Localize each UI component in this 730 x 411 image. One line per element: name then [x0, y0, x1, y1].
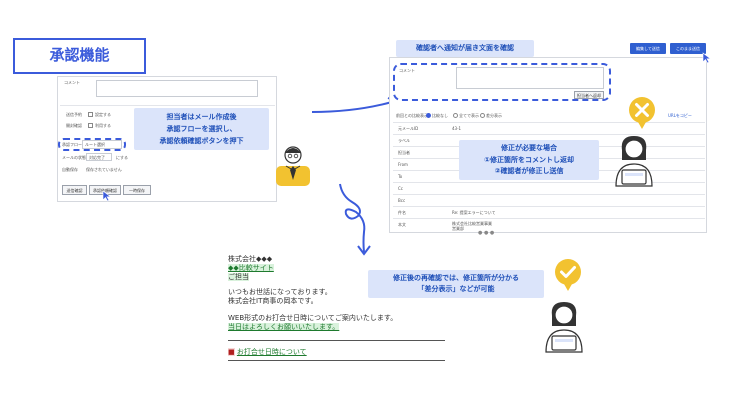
row-divider — [393, 122, 705, 123]
row-divider — [393, 194, 705, 195]
row-divider — [393, 218, 705, 219]
open-check-value: 利用する — [95, 123, 111, 128]
fix-callout-line: ①修正箇所をコメントし返却 — [484, 155, 574, 164]
diff-callout-line: 修正後の再確認では、修正箇所が分かる — [393, 274, 519, 282]
send-as-is-button[interactable]: このまま送信 — [670, 43, 706, 54]
review-comment-textarea[interactable] — [456, 67, 604, 89]
email-section-text: お打合せ日時について — [236, 348, 307, 356]
fix-callout: 修正が必要な場合 ①修正箇所をコメントし返却 ②確認者が修正し送信 — [459, 140, 599, 180]
staff-callout: 担当者はメール作成後 承認フローを選択し、 承認依頼確認ボタンを押下 — [134, 108, 269, 150]
email-divider — [228, 360, 445, 361]
row-divider — [393, 206, 705, 207]
reply-state-select[interactable]: 対応完了 — [86, 153, 112, 161]
row-divider — [60, 105, 275, 106]
cursor-icon — [702, 52, 712, 64]
notify-callout: 確認者へ通知が届き文面を確認 — [396, 40, 534, 57]
diff-view-option: 差分表示 — [486, 113, 502, 118]
open-check-label: 開封確認 — [66, 123, 82, 128]
copy-url-link[interactable]: URLをコピー — [668, 113, 692, 119]
ellipsis-icon: ● ● ● — [478, 230, 495, 236]
row-label: ラベル — [398, 138, 410, 143]
row-value: 43-1 — [452, 126, 462, 131]
flow-arrow-down — [339, 183, 371, 256]
email-company-text: 株式会社◆◆◆ — [228, 255, 273, 263]
row-label: To — [398, 174, 403, 179]
row-label: 担当者 — [398, 150, 410, 155]
email-line: ■ お打合せ日時について — [228, 347, 307, 357]
return-to-staff-button[interactable]: 担当者へ返却 — [574, 91, 604, 99]
diff-callout-line: 「差分表示」などが可能 — [417, 285, 495, 293]
comment-label: コメント — [64, 80, 80, 85]
row-label: Bcc — [398, 198, 406, 203]
staff-callout-line: 承認フローを選択し、 — [166, 125, 237, 133]
row-value: Re: 提案エラーについて — [452, 210, 496, 215]
comment-label: コメント — [399, 68, 415, 73]
email-line: 株式会社IT商事の岡本です。 — [228, 297, 318, 305]
reject-badge-icon — [629, 97, 655, 129]
compare-none-option: 比較なし — [432, 113, 448, 118]
staff-callout-line: 承認依頼確認ボタンを押下 — [159, 137, 244, 145]
diff-callout: 修正後の再確認では、修正箇所が分かる 「差分表示」などが可能 — [368, 270, 544, 298]
row-label: Cc — [398, 186, 403, 191]
compare-label: 前回との比較表示 — [396, 113, 428, 118]
cursor-icon — [102, 190, 112, 202]
email-recipient-text: ご担当 — [228, 273, 249, 281]
reviewer-person-icon — [545, 302, 583, 353]
approve-badge-icon — [555, 259, 581, 291]
row-label: 件名 — [398, 210, 406, 215]
open-check-checkbox[interactable] — [88, 123, 93, 128]
email-closing-text: 当日はよろしくお願いいたします。 — [228, 323, 340, 331]
diff-radio[interactable] — [480, 113, 485, 118]
row-label: 元メールID — [398, 126, 419, 131]
reply-state-suffix: にする — [116, 155, 129, 160]
send-confirm-button[interactable]: 送信確認 — [62, 185, 87, 195]
fix-callout-line: ②確認者が修正し送信 — [494, 167, 564, 175]
row-label: 本文 — [398, 222, 406, 227]
staff-callout-line: 担当者はメール作成後 — [166, 113, 237, 121]
staff-person-icon — [276, 146, 310, 186]
email-site-text: ◆◆比較サイト — [228, 264, 274, 272]
temp-save-button[interactable]: 一時保存 — [123, 185, 151, 195]
email-bullet-mark: ■ — [228, 348, 235, 356]
send-schedule-value: 設定する — [95, 112, 111, 117]
autosave-label: 自動保存 — [62, 167, 78, 172]
fix-callout-line: 修正が必要な場合 — [501, 144, 557, 152]
flow-label: 承認フロー — [62, 142, 82, 147]
reviewer-person-icon — [615, 136, 653, 187]
edit-send-button[interactable]: 編集して送信 — [630, 43, 666, 54]
row-label: From — [398, 162, 408, 167]
flow-arrow-right — [311, 97, 398, 113]
send-schedule-label: 送信予約 — [66, 112, 82, 117]
autosave-value: 保存されていません — [86, 167, 122, 172]
compare-radio[interactable] — [426, 113, 431, 118]
email-line: 当日はよろしくお願いいたします。 — [228, 322, 340, 332]
all-radio[interactable] — [453, 113, 458, 118]
all-view-option: 全てで表示 — [459, 113, 479, 118]
email-line: ご担当 — [228, 272, 249, 282]
send-schedule-checkbox[interactable] — [88, 112, 93, 117]
page-title: 承認機能 — [49, 46, 110, 64]
comment-textarea[interactable] — [96, 80, 258, 97]
flow-select[interactable]: ルート選択 — [82, 140, 122, 149]
row-value: 営業部 — [452, 226, 464, 231]
email-divider — [228, 340, 445, 341]
